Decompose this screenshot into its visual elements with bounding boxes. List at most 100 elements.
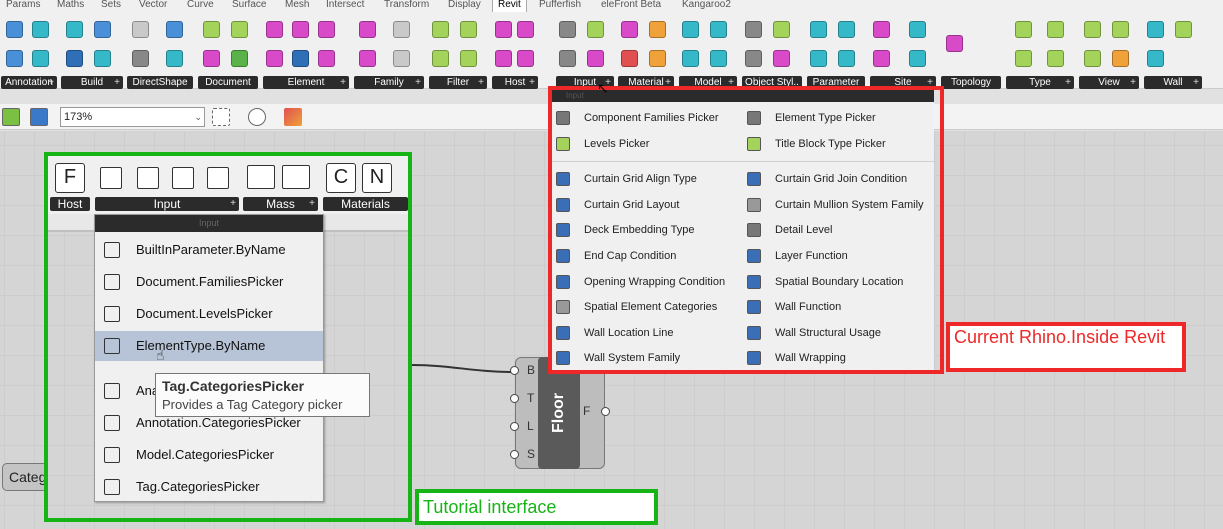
tab-elefront[interactable]: eleFront Beta <box>601 0 661 13</box>
annotation-icon[interactable] <box>32 50 49 67</box>
family-icon[interactable] <box>359 50 376 67</box>
group-label[interactable]: Build + <box>61 76 123 89</box>
directshape-icon[interactable] <box>166 21 183 38</box>
parameter-icon[interactable] <box>810 21 827 38</box>
material-icon[interactable] <box>649 21 666 38</box>
annotation-icon[interactable] <box>6 50 23 67</box>
element-icon[interactable] <box>266 50 283 67</box>
site-icon[interactable] <box>873 50 890 67</box>
output-pin[interactable] <box>601 407 610 416</box>
host-icon[interactable] <box>517 21 534 38</box>
open-file-icon[interactable] <box>2 108 20 126</box>
parameter-icon[interactable] <box>838 21 855 38</box>
group-label[interactable]: View + <box>1079 76 1139 89</box>
element-icon[interactable] <box>292 50 309 67</box>
view-icon[interactable] <box>1112 50 1129 67</box>
filter-icon[interactable] <box>460 50 477 67</box>
expand-icon[interactable]: + <box>1065 76 1071 89</box>
input-icon[interactable] <box>587 21 604 38</box>
chevron-down-icon[interactable]: ⌄ <box>194 108 202 126</box>
expand-icon[interactable]: + <box>48 76 54 89</box>
tab-revit[interactable]: Revit <box>492 0 527 12</box>
document-icon[interactable] <box>203 21 220 38</box>
tab-intersect[interactable]: Intersect <box>326 0 364 13</box>
group-label[interactable]: DirectShape <box>127 76 193 89</box>
input-pin[interactable] <box>510 450 519 459</box>
input-pin[interactable] <box>510 366 519 375</box>
input-icon[interactable] <box>587 50 604 67</box>
material-icon[interactable] <box>621 21 638 38</box>
document-icon[interactable] <box>231 50 248 67</box>
type-icon[interactable] <box>1015 50 1032 67</box>
filter-icon[interactable] <box>432 50 449 67</box>
input-port-s[interactable]: S <box>527 447 535 461</box>
element-icon[interactable] <box>318 21 335 38</box>
topology-icon[interactable] <box>946 35 963 52</box>
object-style-icon[interactable] <box>745 21 762 38</box>
site-icon[interactable] <box>909 50 926 67</box>
element-icon[interactable] <box>318 50 335 67</box>
element-icon[interactable] <box>292 21 309 38</box>
tab-kangaroo2[interactable]: Kangaroo2 <box>682 0 731 13</box>
model-icon[interactable] <box>682 50 699 67</box>
group-label[interactable]: Document <box>198 76 258 89</box>
input-port-t[interactable]: T <box>527 391 534 405</box>
build-icon[interactable] <box>66 21 83 38</box>
group-label[interactable]: Filter + <box>429 76 487 89</box>
group-label[interactable]: Type + <box>1006 76 1074 89</box>
categories-component[interactable]: Categ <box>2 463 48 491</box>
input-icon[interactable] <box>559 50 576 67</box>
expand-icon[interactable]: + <box>340 76 346 89</box>
view-icon[interactable] <box>1112 21 1129 38</box>
input-port-l[interactable]: L <box>527 419 534 433</box>
eye-icon[interactable] <box>248 108 266 126</box>
model-icon[interactable] <box>710 21 727 38</box>
family-icon[interactable] <box>359 21 376 38</box>
object-style-icon[interactable] <box>773 21 790 38</box>
tab-curve[interactable]: Curve <box>187 0 214 13</box>
type-icon[interactable] <box>1047 50 1064 67</box>
material-icon[interactable] <box>621 50 638 67</box>
object-style-icon[interactable] <box>745 50 762 67</box>
build-icon[interactable] <box>66 50 83 67</box>
parameter-icon[interactable] <box>810 50 827 67</box>
directshape-icon[interactable] <box>166 50 183 67</box>
build-icon[interactable] <box>94 50 111 67</box>
view-icon[interactable] <box>1084 50 1101 67</box>
filter-icon[interactable] <box>432 21 449 38</box>
group-label[interactable]: Host + <box>492 76 538 89</box>
filter-icon[interactable] <box>460 21 477 38</box>
wall-icon[interactable] <box>1147 21 1164 38</box>
type-icon[interactable] <box>1015 21 1032 38</box>
model-icon[interactable] <box>682 21 699 38</box>
zoom-field[interactable]: 173% ⌄ <box>60 107 205 127</box>
family-icon[interactable] <box>393 21 410 38</box>
expand-icon[interactable]: + <box>1193 76 1199 89</box>
group-label[interactable]: Topology <box>941 76 1001 89</box>
group-label[interactable]: Annotation + <box>1 76 57 89</box>
input-pin[interactable] <box>510 422 519 431</box>
host-icon[interactable] <box>495 50 512 67</box>
model-icon[interactable] <box>710 50 727 67</box>
save-icon[interactable] <box>30 108 48 126</box>
tab-maths[interactable]: Maths <box>57 0 84 13</box>
element-icon[interactable] <box>266 21 283 38</box>
type-icon[interactable] <box>1047 21 1064 38</box>
expand-icon[interactable]: + <box>415 76 421 89</box>
directshape-icon[interactable] <box>132 21 149 38</box>
tab-surface[interactable]: Surface <box>232 0 266 13</box>
tab-transform[interactable]: Transform <box>384 0 429 13</box>
input-icon[interactable] <box>559 21 576 38</box>
document-icon[interactable] <box>231 21 248 38</box>
expand-icon[interactable]: + <box>529 76 535 89</box>
object-style-icon[interactable] <box>773 50 790 67</box>
expand-icon[interactable]: + <box>1130 76 1136 89</box>
view-icon[interactable] <box>1084 21 1101 38</box>
material-icon[interactable] <box>649 50 666 67</box>
parameter-icon[interactable] <box>838 50 855 67</box>
zoom-extents-icon[interactable] <box>212 108 230 126</box>
expand-icon[interactable]: + <box>114 76 120 89</box>
tab-params[interactable]: Params <box>6 0 40 13</box>
group-label[interactable]: Element + <box>263 76 349 89</box>
site-icon[interactable] <box>909 21 926 38</box>
